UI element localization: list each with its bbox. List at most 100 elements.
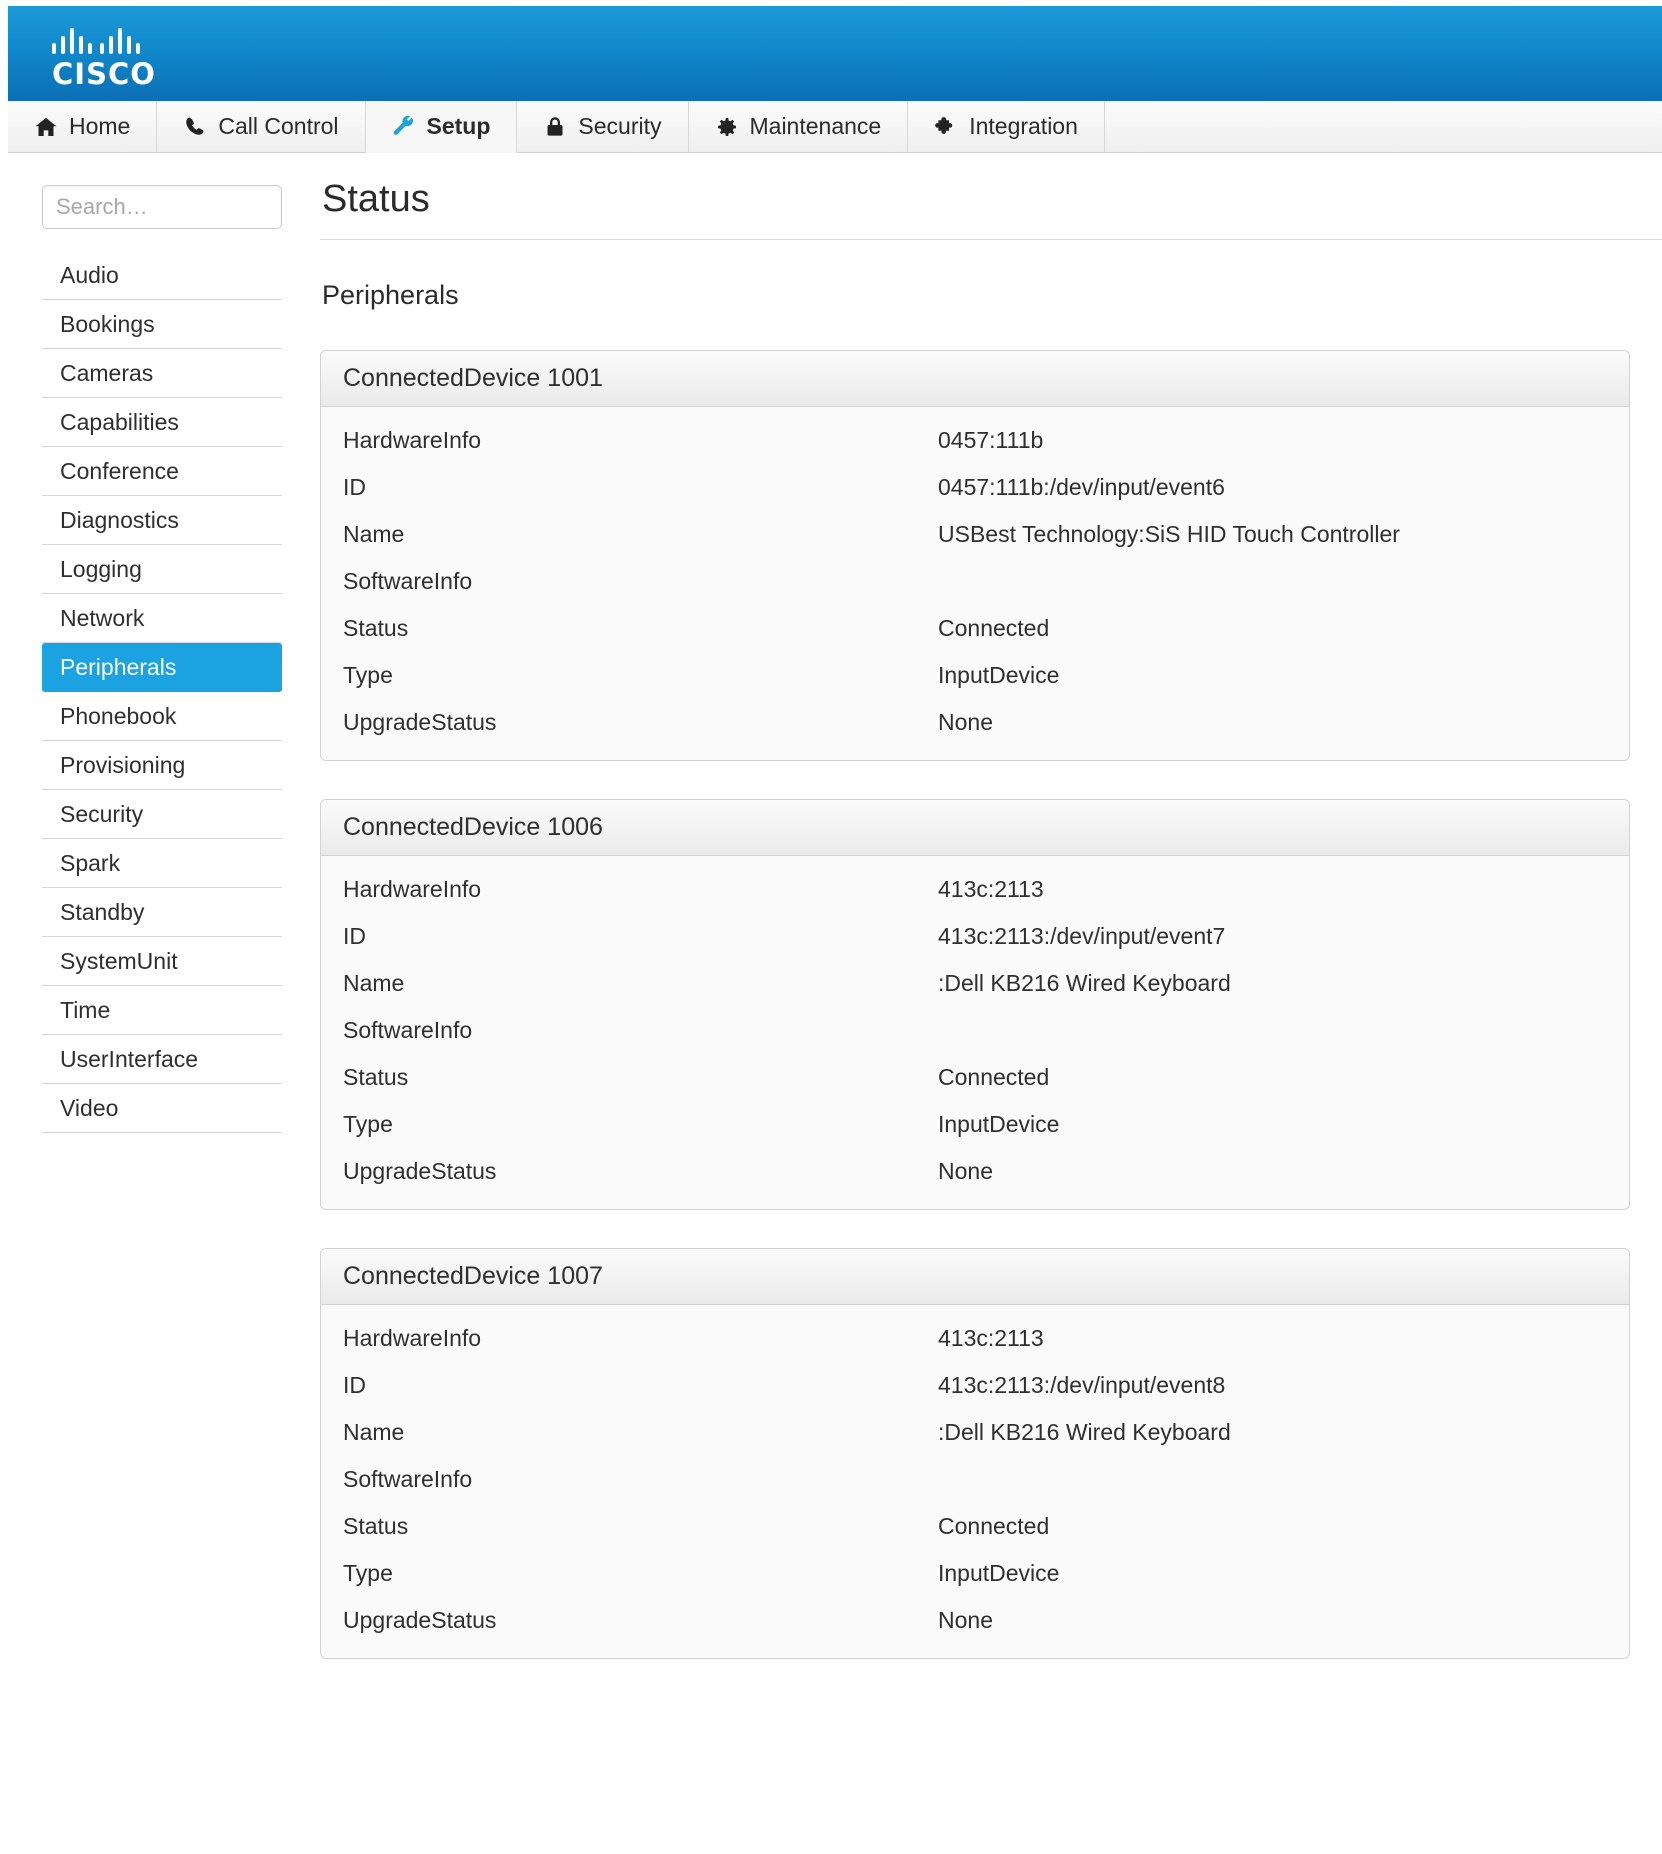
row-value: 413c:2113 xyxy=(938,1325,1044,1351)
sidebar-item-provisioning[interactable]: Provisioning xyxy=(42,741,282,790)
row-key: ID xyxy=(343,923,366,949)
sidebar-item-phonebook[interactable]: Phonebook xyxy=(42,692,282,741)
table-row: ID 413c:2113:/dev/input/event8 xyxy=(321,1362,1629,1409)
sidebar-item-logging[interactable]: Logging xyxy=(42,545,282,594)
row-value: None xyxy=(938,1158,993,1184)
table-row: HardwareInfo 0457:111b xyxy=(321,417,1629,464)
cisco-logo-icon: CISCO xyxy=(52,28,162,90)
cisco-wordmark: CISCO xyxy=(52,57,156,91)
row-key: Name xyxy=(343,1419,405,1445)
table-row: UpgradeStatus None xyxy=(321,1597,1629,1644)
section-title: Peripherals xyxy=(322,280,459,310)
sidebar-item-label: Capabilities xyxy=(60,408,179,435)
row-value: InputDevice xyxy=(938,1111,1060,1137)
tab-call-control[interactable]: Call Control xyxy=(157,101,366,152)
sidebar-item-label: Spark xyxy=(60,849,121,876)
table-row: SoftwareInfo xyxy=(321,558,1629,605)
sidebar-item-label: Security xyxy=(60,800,144,827)
row-value: None xyxy=(938,1607,993,1633)
home-icon xyxy=(34,115,58,139)
sidebar-item-capabilities[interactable]: Capabilities xyxy=(42,398,282,447)
table-row: HardwareInfo 413c:2113 xyxy=(321,1315,1629,1362)
panel-body: HardwareInfo 413c:2113 ID 413c:2113:/dev/i… xyxy=(321,856,1629,1209)
sidebar-item-security[interactable]: Security xyxy=(42,790,282,839)
row-value: 413c:2113:/dev/input/event8 xyxy=(938,1372,1226,1398)
row-key: SoftwareInfo xyxy=(343,1466,473,1492)
sidebar-item-diagnostics[interactable]: Diagnostics xyxy=(42,496,282,545)
sidebar-item-conference[interactable]: Conference xyxy=(42,447,282,496)
sidebar-item-audio[interactable]: Audio xyxy=(42,251,282,300)
tab-home-label: Home xyxy=(69,113,131,139)
tab-security-label: Security xyxy=(578,113,662,139)
table-row: Type InputDevice xyxy=(321,652,1629,699)
sidebar-item-label: UserInterface xyxy=(60,1045,199,1072)
sidebar-item-label: Logging xyxy=(60,555,142,582)
sidebar-item-label: Phonebook xyxy=(60,702,177,729)
table-row: Name USBest Technology:SiS HID Touch Cont… xyxy=(321,511,1629,558)
sidebar-item-label: Network xyxy=(60,604,145,631)
sidebar-item-time[interactable]: Time xyxy=(42,986,282,1035)
gear-icon xyxy=(715,115,739,139)
row-value: InputDevice xyxy=(938,662,1060,688)
lock-icon xyxy=(543,115,567,139)
row-value: None xyxy=(938,709,993,735)
row-key: Status xyxy=(343,1513,409,1539)
row-value: :Dell KB216 Wired Keyboard xyxy=(938,970,1231,996)
brand-bar: CISCO xyxy=(8,6,1662,101)
puzzle-piece-icon xyxy=(934,115,958,139)
sidebar-item-userinterface[interactable]: UserInterface xyxy=(42,1035,282,1084)
row-key: Name xyxy=(343,521,405,547)
sidebar-item-cameras[interactable]: Cameras xyxy=(42,349,282,398)
row-key: UpgradeStatus xyxy=(343,1158,497,1184)
search-input[interactable] xyxy=(42,185,282,229)
sidebar-item-systemunit[interactable]: SystemUnit xyxy=(42,937,282,986)
main-navigation: Home Call Control Setup Security Mainten xyxy=(8,101,1662,153)
sidebar-item-peripherals[interactable]: Peripherals xyxy=(42,643,282,692)
tab-maintenance[interactable]: Maintenance xyxy=(688,101,909,152)
panel-body: HardwareInfo 0457:111b ID 0457:111b:/dev/i… xyxy=(321,407,1629,760)
sidebar-item-bookings[interactable]: Bookings xyxy=(42,300,282,349)
sidebar-search xyxy=(42,185,290,229)
tab-integration[interactable]: Integration xyxy=(908,101,1105,152)
sidebar-item-label: Standby xyxy=(60,898,145,925)
tab-security[interactable]: Security xyxy=(517,101,689,152)
sidebar-item-label: Conference xyxy=(60,457,179,484)
sidebar-item-spark[interactable]: Spark xyxy=(42,839,282,888)
table-row: HardwareInfo 413c:2113 xyxy=(321,866,1629,913)
row-key: HardwareInfo xyxy=(343,427,482,453)
sidebar-item-label: Video xyxy=(60,1094,119,1121)
sidebar-item-label: Peripherals xyxy=(60,653,177,680)
sidebar: Audio Bookings Cameras Capabilities Conf… xyxy=(42,185,290,1133)
row-value: 413c:2113 xyxy=(938,876,1044,902)
panel-header: ConnectedDevice 1006 xyxy=(321,800,1629,856)
row-key: Type xyxy=(343,662,393,688)
row-key: UpgradeStatus xyxy=(343,1607,497,1633)
row-key: UpgradeStatus xyxy=(343,709,497,735)
row-key: HardwareInfo xyxy=(343,876,482,902)
sidebar-item-network[interactable]: Network xyxy=(42,594,282,643)
row-value: 413c:2113:/dev/input/event7 xyxy=(938,923,1226,949)
row-key: Status xyxy=(343,615,409,641)
sidebar-menu: Audio Bookings Cameras Capabilities Conf… xyxy=(42,251,282,1133)
row-value: 0457:111b xyxy=(938,427,1044,453)
tab-maintenance-label: Maintenance xyxy=(749,113,882,139)
row-value: InputDevice xyxy=(938,1560,1060,1586)
content-area: Audio Bookings Cameras Capabilities Conf… xyxy=(8,153,1662,1854)
tab-call-control-label: Call Control xyxy=(218,113,339,139)
sidebar-item-video[interactable]: Video xyxy=(42,1084,282,1133)
sidebar-item-label: Diagnostics xyxy=(60,506,179,533)
tab-setup[interactable]: Setup xyxy=(365,101,518,153)
tab-setup-label: Setup xyxy=(426,113,491,139)
table-row: Name :Dell KB216 Wired Keyboard xyxy=(321,960,1629,1007)
row-value: 0457:111b:/dev/input/event6 xyxy=(938,474,1225,500)
sidebar-item-standby[interactable]: Standby xyxy=(42,888,282,937)
row-key: Name xyxy=(343,970,405,996)
sidebar-item-label: Audio xyxy=(60,261,119,288)
tab-home[interactable]: Home xyxy=(8,101,158,152)
row-key: Type xyxy=(343,1560,393,1586)
table-row: ID 413c:2113:/dev/input/event7 xyxy=(321,913,1629,960)
row-key: HardwareInfo xyxy=(343,1325,482,1351)
row-value: :Dell KB216 Wired Keyboard xyxy=(938,1419,1231,1445)
table-row: Status Connected xyxy=(321,1503,1629,1550)
row-key: Type xyxy=(343,1111,393,1137)
